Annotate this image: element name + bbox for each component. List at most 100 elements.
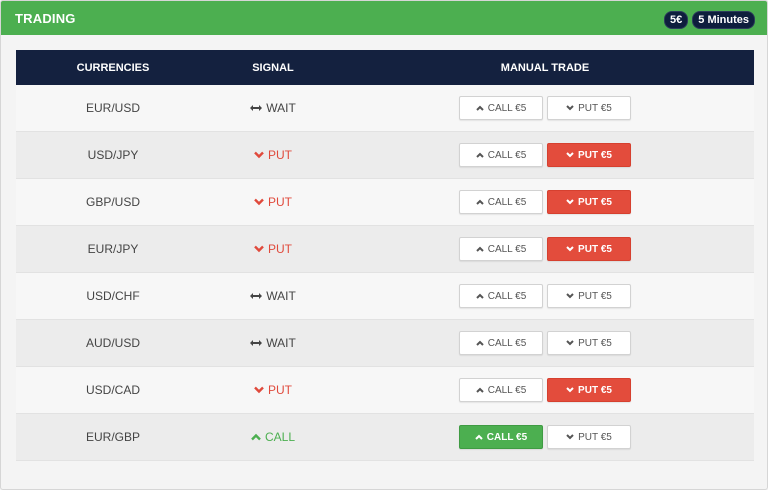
- panel-title: TRADING: [15, 11, 76, 26]
- currency-pair: USD/CAD: [85, 383, 140, 397]
- manual-trade-cell: CALL €5 PUT €5: [336, 190, 754, 214]
- signal-label: PUT: [268, 383, 292, 397]
- table-row: USD/CHF WAIT CALL €5 PUT €5: [16, 273, 754, 320]
- currency-pair: EUR/USD: [85, 101, 140, 115]
- chevron-down-icon: [566, 152, 574, 158]
- currency-pair: USD/CHF: [86, 289, 140, 303]
- put-button[interactable]: PUT €5: [547, 96, 631, 120]
- chevron-up-icon: [475, 434, 483, 440]
- double-arrow-icon: [250, 339, 263, 347]
- signal-indicator: CALL: [210, 430, 336, 444]
- chevron-up-icon: [476, 152, 484, 158]
- signals-table: CURRENCIES SIGNAL MANUAL TRADE EUR/USD WA…: [16, 50, 754, 461]
- table-row: USD/CAD PUT CALL €5 PUT €5: [16, 367, 754, 414]
- call-button[interactable]: CALL €5: [459, 378, 543, 402]
- chevron-down-icon: [566, 434, 574, 440]
- call-button[interactable]: CALL €5: [459, 331, 543, 355]
- put-button[interactable]: PUT €5: [547, 425, 631, 449]
- chevron-down-icon: [566, 105, 574, 111]
- chevron-down-icon: [254, 245, 264, 253]
- call-button[interactable]: CALL €5: [459, 425, 543, 449]
- table-row: USD/JPY PUT CALL €5 PUT €5: [16, 132, 754, 179]
- chevron-down-icon: [566, 199, 574, 205]
- currency-pair: EUR/GBP: [85, 430, 140, 444]
- signal-indicator: PUT: [210, 148, 336, 162]
- signal-label: PUT: [268, 148, 292, 162]
- chevron-down-icon: [254, 151, 264, 159]
- table-body: EUR/USD WAIT CALL €5 PUT €5 USD/JPY PUT CALL €…: [16, 85, 754, 461]
- signal-indicator: WAIT: [210, 101, 336, 115]
- signal-indicator: PUT: [210, 195, 336, 209]
- header-badges: 5€ 5 Minutes: [664, 11, 755, 29]
- signal-cell: WAIT: [210, 289, 336, 303]
- amount-badge[interactable]: 5€: [664, 11, 689, 29]
- signal-label: CALL: [264, 430, 296, 444]
- chevron-up-icon: [476, 199, 484, 205]
- chevron-up-icon: [476, 340, 484, 346]
- put-button-label: PUT €5: [578, 384, 612, 396]
- call-button-label: CALL €5: [487, 196, 527, 208]
- signal-cell: WAIT: [210, 336, 336, 350]
- duration-badge[interactable]: 5 Minutes: [692, 11, 755, 29]
- chevron-down-icon: [254, 198, 264, 206]
- chevron-up-icon: [251, 433, 261, 441]
- chevron-up-icon: [476, 293, 484, 299]
- signal-indicator: PUT: [210, 242, 336, 256]
- call-button-label: CALL €5: [486, 431, 528, 443]
- double-arrow-icon: [250, 292, 263, 300]
- table-header: CURRENCIES SIGNAL MANUAL TRADE: [16, 50, 754, 85]
- manual-trade-cell: CALL €5 PUT €5: [336, 378, 754, 402]
- signal-label: WAIT: [266, 289, 296, 303]
- table-row: AUD/USD WAIT CALL €5 PUT €5: [16, 320, 754, 367]
- put-button[interactable]: PUT €5: [547, 378, 631, 402]
- call-button-label: CALL €5: [487, 290, 527, 302]
- call-button[interactable]: CALL €5: [459, 237, 543, 261]
- column-header-signal: SIGNAL: [252, 61, 294, 74]
- signal-indicator: PUT: [210, 383, 336, 397]
- chevron-up-icon: [476, 105, 484, 111]
- put-button[interactable]: PUT €5: [547, 190, 631, 214]
- table-row: EUR/USD WAIT CALL €5 PUT €5: [16, 85, 754, 132]
- currency-pair: EUR/JPY: [87, 242, 139, 256]
- call-button-label: CALL €5: [487, 102, 527, 114]
- signal-cell: PUT: [210, 195, 336, 209]
- put-button-label: PUT €5: [578, 149, 612, 161]
- call-button-label: CALL €5: [487, 384, 527, 396]
- put-button-label: PUT €5: [578, 243, 612, 255]
- manual-trade-cell: CALL €5 PUT €5: [336, 284, 754, 308]
- signal-cell: WAIT: [210, 101, 336, 115]
- chevron-down-icon: [566, 340, 574, 346]
- chevron-down-icon: [566, 387, 574, 393]
- currency-pair: AUD/USD: [85, 336, 140, 350]
- put-button-label: PUT €5: [578, 102, 612, 114]
- signal-indicator: WAIT: [210, 336, 336, 350]
- manual-trade-cell: CALL €5 PUT €5: [336, 237, 754, 261]
- put-button-label: PUT €5: [578, 196, 612, 208]
- call-button[interactable]: CALL €5: [459, 284, 543, 308]
- call-button[interactable]: CALL €5: [459, 96, 543, 120]
- signal-cell: PUT: [210, 148, 336, 162]
- call-button[interactable]: CALL €5: [459, 190, 543, 214]
- put-button[interactable]: PUT €5: [547, 237, 631, 261]
- call-button-label: CALL €5: [487, 337, 527, 349]
- trading-panel: TRADING 5€ 5 Minutes CURRENCIES SIGNAL M…: [0, 0, 768, 490]
- put-button-label: PUT €5: [578, 337, 612, 349]
- currency-pair: GBP/USD: [85, 195, 140, 209]
- table-row: GBP/USD PUT CALL €5 PUT €5: [16, 179, 754, 226]
- put-button[interactable]: PUT €5: [547, 284, 631, 308]
- manual-trade-cell: CALL €5 PUT €5: [336, 96, 754, 120]
- put-button[interactable]: PUT €5: [547, 331, 631, 355]
- put-button-label: PUT €5: [578, 431, 612, 443]
- chevron-up-icon: [476, 246, 484, 252]
- signal-cell: PUT: [210, 242, 336, 256]
- signal-label: PUT: [268, 195, 292, 209]
- put-button[interactable]: PUT €5: [547, 143, 631, 167]
- manual-trade-cell: CALL €5 PUT €5: [336, 143, 754, 167]
- column-header-currencies: CURRENCIES: [76, 61, 150, 74]
- manual-trade-cell: CALL €5 PUT €5: [336, 425, 754, 449]
- call-button[interactable]: CALL €5: [459, 143, 543, 167]
- signal-label: WAIT: [266, 336, 296, 350]
- currency-pair: USD/JPY: [87, 148, 139, 162]
- signal-label: PUT: [268, 242, 292, 256]
- table-row: EUR/JPY PUT CALL €5 PUT €5: [16, 226, 754, 273]
